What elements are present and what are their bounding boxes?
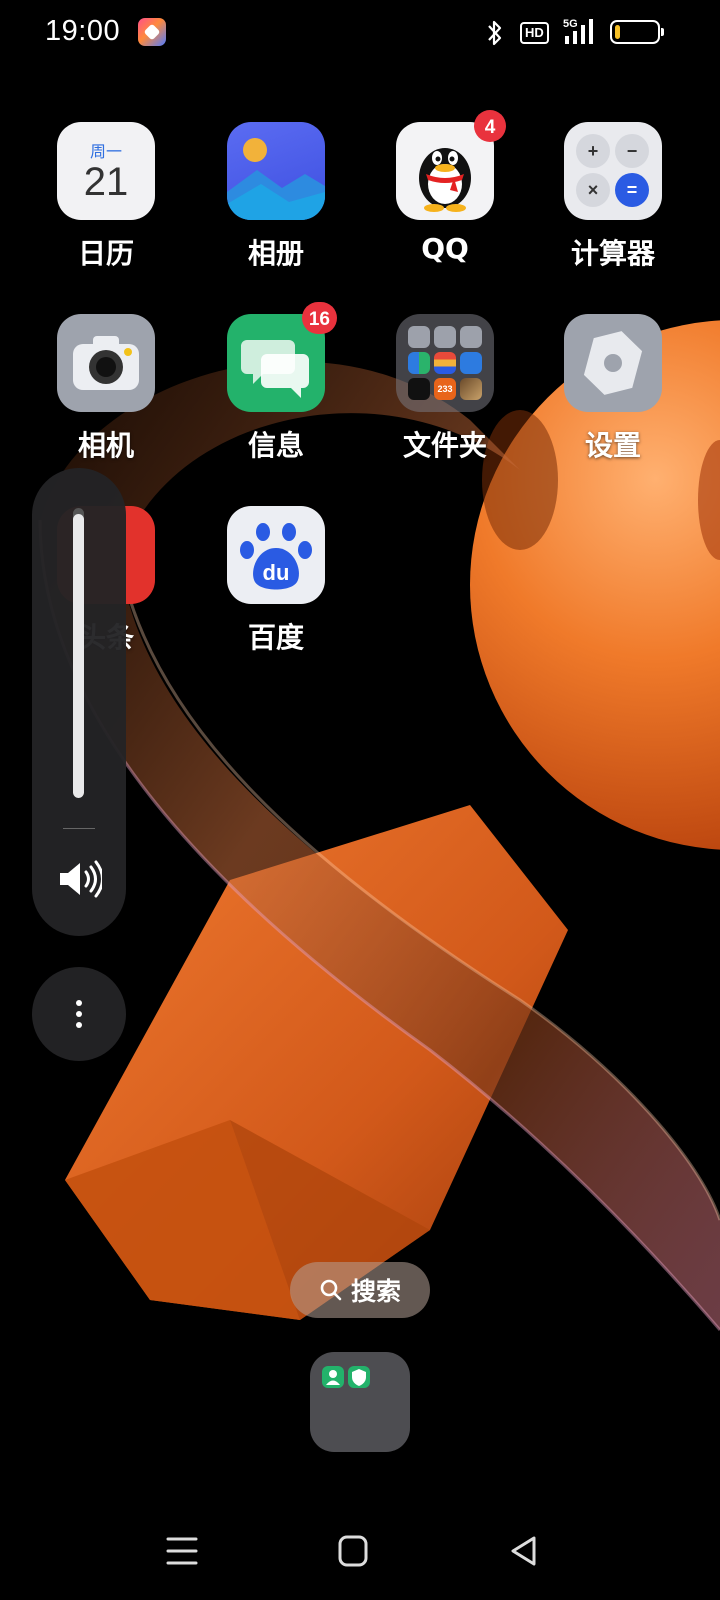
calc-minus-key: −	[615, 134, 649, 168]
volume-slider-fill	[73, 513, 84, 798]
dock-folder-icon[interactable]	[310, 1352, 410, 1452]
app-label: 计算器	[570, 237, 655, 270]
clock-time: 19:00	[45, 15, 121, 47]
theme-app-icon	[138, 18, 166, 46]
navigation-bar	[0, 1520, 720, 1582]
app-calendar[interactable]: 周一 21 日历	[41, 122, 171, 272]
app-label: 日历	[77, 237, 134, 270]
more-vertical-icon[interactable]	[32, 967, 126, 1061]
folder-mini-icon	[460, 378, 482, 400]
app-label: 相册	[247, 237, 304, 270]
app-label: 百度	[247, 621, 304, 654]
app-qq[interactable]: 4 QQ	[380, 110, 510, 265]
app-baidu[interactable]: du 百度	[211, 506, 341, 656]
menu-icon[interactable]	[162, 1532, 202, 1570]
app-label: 设置	[584, 429, 641, 462]
app-label: 信息	[247, 429, 304, 462]
app-gallery[interactable]: 相册	[211, 122, 341, 272]
search-label: 搜索	[350, 1277, 401, 1306]
folder-mini-icon	[408, 352, 430, 374]
volume-panel[interactable]	[32, 468, 126, 936]
calendar-day-number: 21	[83, 160, 129, 204]
signal-5g-icon: 5G	[563, 18, 593, 44]
folder-mini-icon	[460, 352, 482, 374]
app-label: 文件夹	[402, 429, 487, 462]
status-bar: 19:00 HD 5G	[0, 0, 720, 66]
folder-mini-icon	[408, 378, 430, 400]
folder-mini-icon	[434, 326, 456, 348]
app-camera[interactable]: 相机	[41, 314, 171, 464]
calculator-icon: + − × =	[564, 122, 662, 220]
baidu-logo-text: du	[263, 560, 290, 585]
battery-level-fill	[615, 25, 620, 39]
bluetooth-icon	[488, 20, 502, 46]
calendar-icon: 周一 21	[57, 122, 155, 220]
dock-mini-security-icon	[348, 1366, 370, 1388]
speaker-icon[interactable]	[56, 858, 102, 900]
home-icon[interactable]	[333, 1532, 373, 1570]
settings-gear-icon	[564, 314, 662, 412]
app-messages[interactable]: 16 信息	[211, 302, 341, 464]
camera-icon	[57, 314, 155, 412]
calc-plus-key: +	[576, 134, 610, 168]
folder-icon: 233	[396, 314, 494, 412]
app-folder[interactable]: 233 文件夹	[380, 314, 510, 464]
battery-icon	[610, 20, 664, 44]
search-button[interactable]: 搜索	[290, 1262, 430, 1318]
calc-equals-key: =	[615, 173, 649, 207]
notification-badge: 4	[474, 110, 506, 142]
volume-slider[interactable]	[73, 508, 84, 798]
calendar-weekday: 周一	[89, 142, 122, 161]
baidu-paw-icon: du	[227, 506, 325, 604]
volume-divider	[63, 828, 95, 829]
folder-mini-icon	[460, 326, 482, 348]
folder-mini-icon	[408, 326, 430, 348]
app-label: 相机	[77, 429, 134, 462]
search-icon	[320, 1279, 342, 1301]
app-calculator[interactable]: + − × = 计算器	[548, 122, 678, 272]
app-settings[interactable]: 设置	[548, 314, 678, 464]
back-icon[interactable]	[505, 1532, 545, 1570]
dock-mini-contacts-icon	[322, 1366, 344, 1388]
notification-badge: 16	[301, 302, 337, 334]
hd-voice-icon: HD	[520, 22, 549, 44]
folder-mini-icon	[434, 352, 456, 374]
folder-mini-icon-233: 233	[434, 378, 456, 400]
calc-multiply-key: ×	[576, 173, 610, 207]
app-label: QQ	[421, 232, 469, 265]
gallery-icon	[227, 122, 325, 220]
network-type-label: 5G	[563, 18, 578, 30]
